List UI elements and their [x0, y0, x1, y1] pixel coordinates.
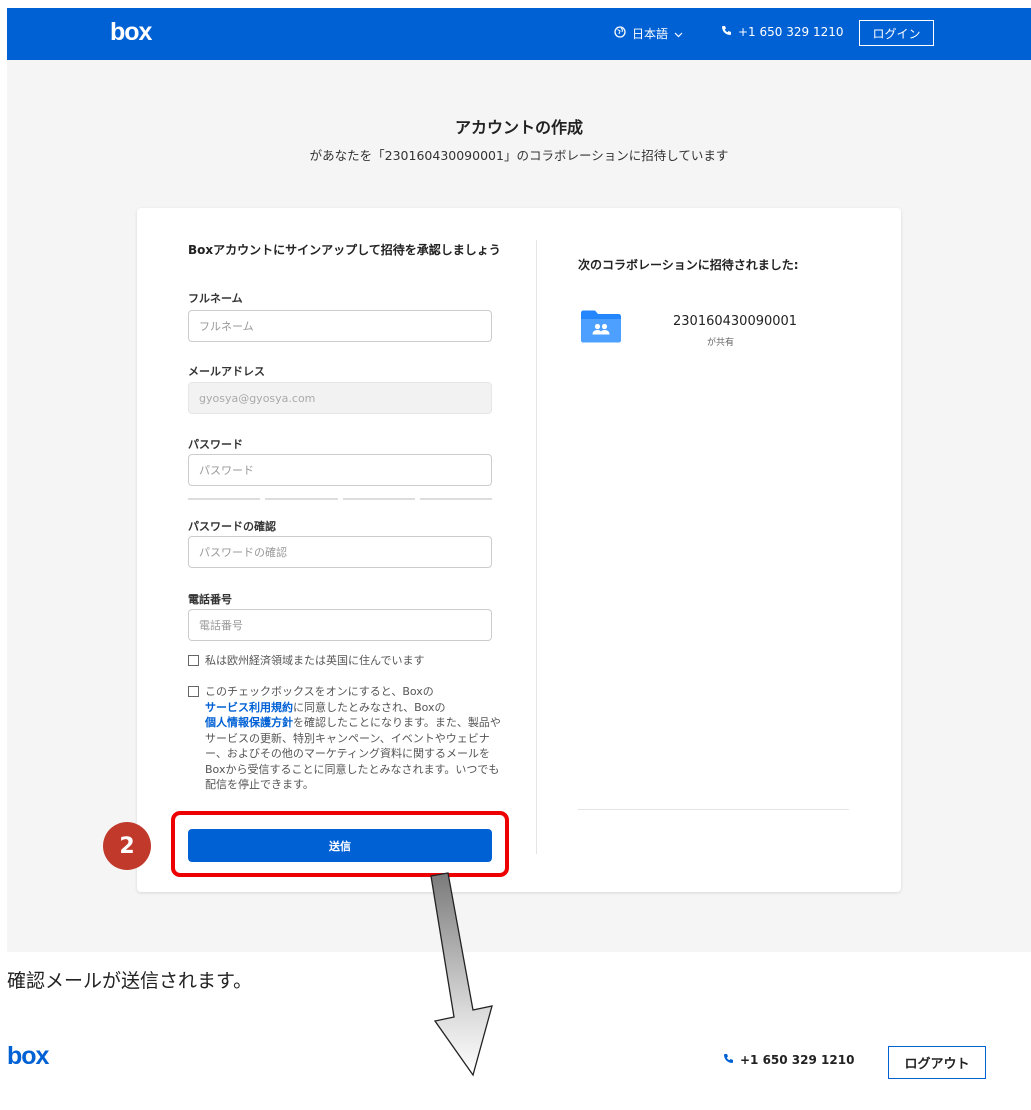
eea-checkbox-label: 私は欧州経済領域または英国に住んでいます: [205, 654, 425, 667]
annotation-highlight-box: [171, 811, 509, 877]
top-navigation-bar: box 日本語 +1 650 329 1210 ログイン: [7, 8, 1031, 60]
second-phone-number: +1 650 329 1210: [740, 1053, 855, 1067]
annotation-caption: 確認メールが送信されます。: [7, 970, 253, 992]
confirm-password-input[interactable]: [188, 536, 492, 568]
password-strength-meter: [188, 498, 492, 500]
column-divider: [536, 240, 537, 854]
email-input: [188, 382, 492, 414]
login-button[interactable]: ログイン: [859, 20, 934, 46]
email-label: メールアドレス: [188, 365, 265, 378]
terms-of-service-link[interactable]: サービス利用規約: [205, 701, 293, 714]
language-selector[interactable]: 日本語: [614, 25, 683, 42]
terms-text: このチェックボックスをオンにすると、Boxの サービス利用規約に同意したとみなされ…: [205, 685, 501, 791]
header-phone[interactable]: +1 650 329 1210: [721, 25, 843, 39]
second-header-phone[interactable]: +1 650 329 1210: [723, 1053, 854, 1067]
phone-number: +1 650 329 1210: [738, 25, 844, 39]
globe-icon: [614, 26, 626, 41]
terms-checkbox-row[interactable]: このチェックボックスをオンにすると、Boxの サービス利用規約に同意したとみなされ…: [188, 684, 505, 793]
shared-folder-icon: [579, 308, 623, 344]
page-title: アカウントの作成: [454, 118, 583, 137]
down-arrow-icon: [430, 872, 493, 1077]
box-logo-second[interactable]: box: [7, 1042, 49, 1071]
signup-card: Boxアカウントにサインアップして招待を承認しましょう フルネーム メールアドレ…: [103, 208, 901, 892]
confirm-password-label: パスワードの確認: [188, 520, 276, 533]
collaboration-heading: 次のコラボレーションに招待されました:: [578, 258, 799, 272]
fullname-input[interactable]: [188, 310, 492, 342]
language-label: 日本語: [632, 27, 669, 41]
terms-checkbox[interactable]: [188, 686, 199, 697]
eea-checkbox[interactable]: [188, 655, 199, 666]
right-column-divider: [578, 809, 849, 810]
fullname-label: フルネーム: [188, 292, 243, 305]
collaboration-name: 230160430090001: [673, 314, 798, 329]
form-heading: Boxアカウントにサインアップして招待を承認しましょう: [188, 243, 501, 257]
screenshot-signup-page: box 日本語 +1 650 329 1210 ログイン アカウントの作成 があ…: [7, 8, 1031, 952]
privacy-policy-link[interactable]: 個人情報保護方針: [205, 716, 293, 729]
logout-button[interactable]: ログアウト: [888, 1046, 986, 1079]
step-number-badge: 2: [103, 822, 151, 870]
box-logo[interactable]: box: [110, 18, 152, 47]
invitation-subtitle: があなたを「230160430090001」のコラボレーションに招待しています: [309, 148, 729, 163]
phone-icon: [721, 25, 732, 39]
phone-input[interactable]: [188, 609, 492, 641]
password-input[interactable]: [188, 454, 492, 486]
chevron-down-icon: [674, 27, 683, 41]
password-label: パスワード: [188, 438, 243, 451]
phone-icon: [723, 1053, 734, 1067]
shared-by-label: が共有: [707, 338, 735, 348]
phone-label: 電話番号: [188, 593, 232, 606]
eea-checkbox-row[interactable]: 私は欧州経済領域または英国に住んでいます: [188, 653, 424, 669]
